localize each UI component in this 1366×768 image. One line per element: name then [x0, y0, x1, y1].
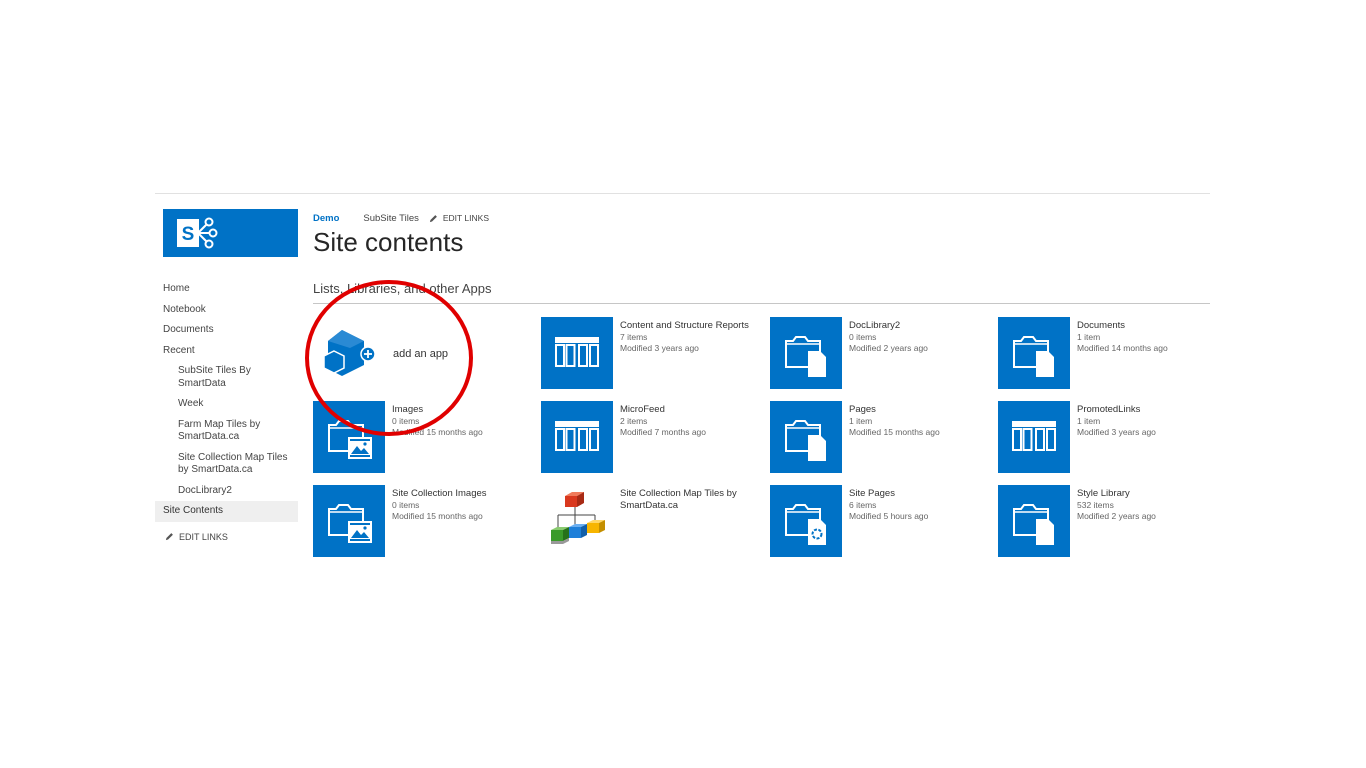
tile-modified: Modified 2 years ago — [849, 343, 928, 353]
top-edit-links-label: EDIT LINKS — [442, 213, 489, 223]
tile-name[interactable]: Documents — [1077, 320, 1212, 332]
svg-text:S: S — [182, 224, 195, 245]
app-tile-documents[interactable]: Documents 1 item Modified 14 months ago — [998, 317, 1218, 389]
tile-modified: Modified 7 months ago — [620, 427, 706, 437]
tile-item-count: 0 items — [392, 416, 420, 426]
tile-modified: Modified 15 months ago — [392, 511, 483, 521]
sharepoint-logo-icon: S — [177, 217, 218, 249]
tile-name[interactable]: Content and Structure Reports — [620, 320, 755, 332]
nav-edit-links-label: EDIT LINKS — [179, 531, 228, 542]
tile-name[interactable]: Pages — [849, 404, 984, 416]
nav-item-site-collection-map-tiles[interactable]: Site Collection Map Tiles by SmartData.c… — [155, 448, 298, 481]
top-edit-links[interactable]: EDIT LINKS — [429, 213, 489, 223]
nav-item-farm-map-tiles[interactable]: Farm Map Tiles by SmartData.ca — [155, 415, 298, 448]
tile-name[interactable]: PromotedLinks — [1077, 404, 1212, 416]
image-library-icon — [313, 401, 385, 473]
tile-modified: Modified 5 hours ago — [849, 511, 929, 521]
nav-item-week[interactable]: Week — [155, 394, 298, 415]
breadcrumb-site-link[interactable]: Demo — [313, 213, 339, 224]
tile-item-count: 532 items — [1077, 500, 1114, 510]
tile-name[interactable]: Style Library — [1077, 488, 1212, 500]
app-tile-content-and-structure-reports[interactable]: Content and Structure Reports 7 items Mo… — [541, 317, 761, 389]
tile-item-count: 1 item — [1077, 332, 1101, 342]
pencil-icon — [165, 533, 173, 541]
tile-name[interactable]: MicroFeed — [620, 404, 755, 416]
tile-modified: Modified 15 months ago — [849, 427, 940, 437]
app-tile-promotedlinks[interactable]: PromotedLinks 1 item Modified 3 years ag… — [998, 401, 1218, 473]
app-tile-site-collection-images[interactable]: Site Collection Images 0 items Modified … — [313, 485, 533, 557]
add-app-icon — [323, 330, 376, 376]
app-tile-images[interactable]: Images 0 items Modified 15 months ago — [313, 401, 533, 473]
nav-item-site-contents[interactable]: Site Contents — [155, 501, 298, 522]
document-library-icon — [998, 317, 1070, 389]
left-navigation: Home Notebook Documents Recent SubSite T… — [155, 279, 298, 542]
tile-item-count: 2 items — [620, 416, 648, 426]
app-tile-microfeed[interactable]: MicroFeed 2 items Modified 7 months ago — [541, 401, 761, 473]
tile-item-count: 1 item — [849, 416, 873, 426]
app-tile-style-library[interactable]: Style Library 532 items Modified 2 years… — [998, 485, 1218, 557]
nav-item-home[interactable]: Home — [155, 279, 298, 300]
breadcrumb: Demo SubSite Tiles EDIT LINKS — [313, 211, 489, 225]
tile-item-count: 1 item — [1077, 416, 1101, 426]
tile-modified: Modified 2 years ago — [1077, 511, 1156, 521]
document-library-icon — [770, 401, 842, 473]
image-library-icon — [313, 485, 385, 557]
tile-name[interactable]: Site Collection Images — [392, 488, 527, 500]
app-tile-site-collection-map-tiles[interactable]: Site Collection Map Tiles by SmartData.c… — [541, 485, 761, 557]
tile-item-count: 0 items — [849, 332, 877, 342]
nav-item-documents[interactable]: Documents — [155, 320, 298, 341]
tile-modified: Modified 3 years ago — [620, 343, 699, 353]
tile-item-count: 7 items — [620, 332, 648, 342]
tile-name[interactable]: Site Pages — [849, 488, 984, 500]
tile-name[interactable]: DocLibrary2 — [849, 320, 984, 332]
section-title: Lists, Libraries, and other Apps — [313, 281, 492, 296]
sharepoint-logo[interactable]: S — [163, 209, 298, 257]
pencil-icon — [429, 214, 437, 222]
app-tile-doclibrary2[interactable]: DocLibrary2 0 items Modified 2 years ago — [770, 317, 990, 389]
tile-item-count: 6 items — [849, 500, 877, 510]
colored-blocks-app-icon — [541, 485, 613, 557]
tile-name[interactable]: Images — [392, 404, 527, 416]
nav-item-recent[interactable]: Recent — [155, 341, 298, 362]
top-divider — [155, 193, 1210, 194]
wiki-page-library-icon — [770, 485, 842, 557]
app-tile-pages[interactable]: Pages 1 item Modified 15 months ago — [770, 401, 990, 473]
breadcrumb-subsite-link[interactable]: SubSite Tiles — [363, 213, 418, 224]
page-title: Site contents — [313, 227, 464, 257]
add-an-app-label: add an app — [393, 348, 449, 360]
nav-edit-links[interactable]: EDIT LINKS — [155, 532, 298, 542]
tile-modified: Modified 15 months ago — [392, 427, 483, 437]
nav-item-doclibrary2[interactable]: DocLibrary2 — [155, 481, 298, 502]
document-library-icon — [998, 485, 1070, 557]
add-an-app-tile[interactable]: add an app — [320, 327, 510, 381]
list-icon — [998, 401, 1070, 473]
list-icon — [541, 317, 613, 389]
document-library-icon — [770, 317, 842, 389]
list-icon — [541, 401, 613, 473]
tile-modified: Modified 14 months ago — [1077, 343, 1168, 353]
tile-item-count: 0 items — [392, 500, 420, 510]
app-tile-site-pages[interactable]: Site Pages 6 items Modified 5 hours ago — [770, 485, 990, 557]
tile-modified: Modified 3 years ago — [1077, 427, 1156, 437]
nav-item-notebook[interactable]: Notebook — [155, 300, 298, 321]
nav-item-subsite-tiles[interactable]: SubSite Tiles By SmartData — [155, 361, 298, 394]
section-divider — [313, 303, 1210, 304]
tile-name[interactable]: Site Collection Map Tiles by SmartData.c… — [620, 488, 755, 512]
